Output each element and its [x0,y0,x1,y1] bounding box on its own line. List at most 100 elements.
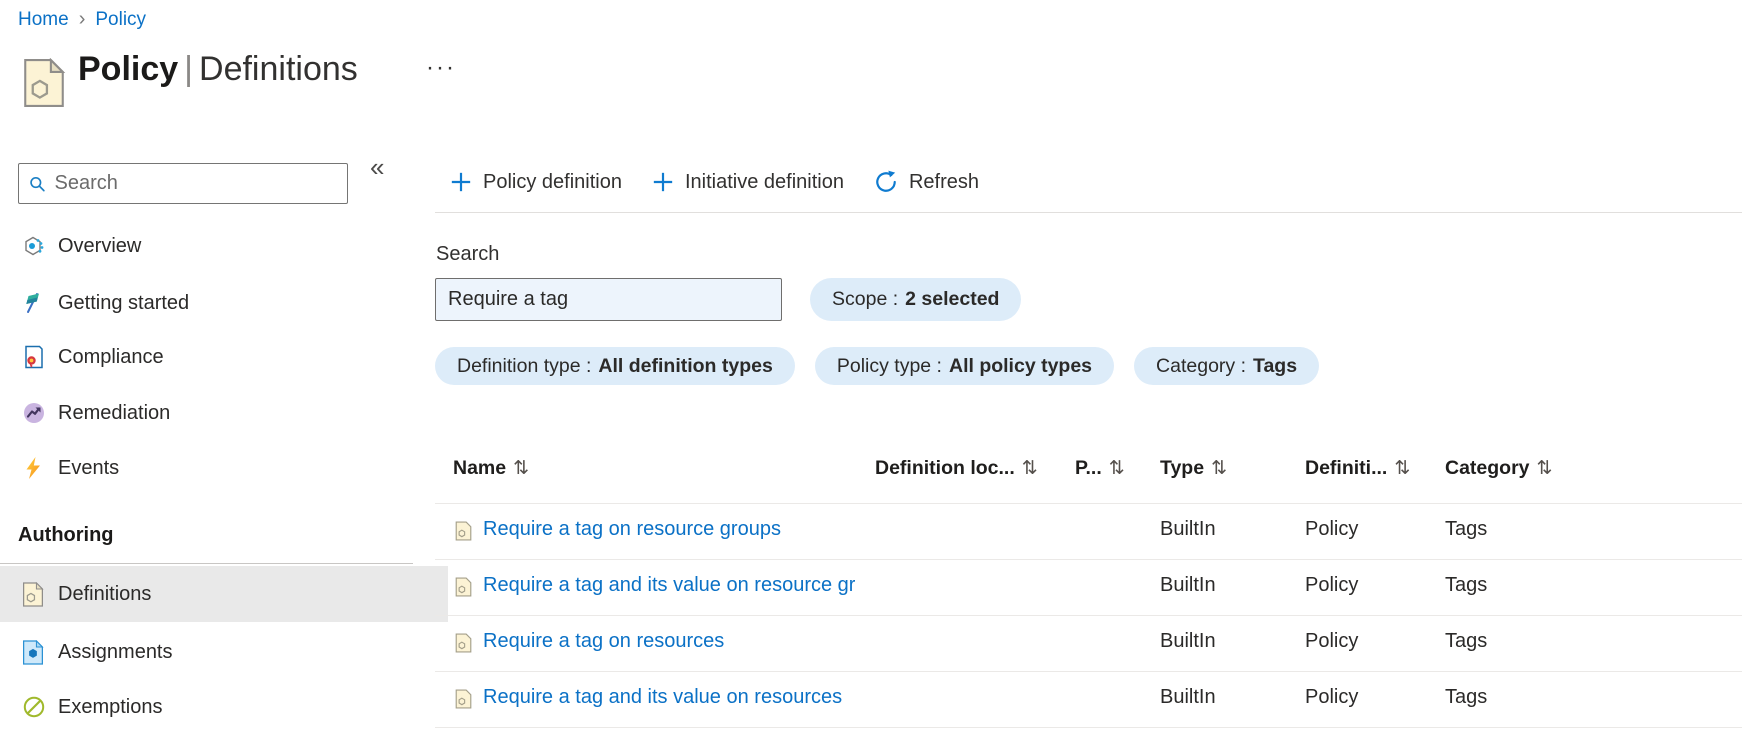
column-header-definition-location[interactable]: Definition loc... ⇅ [875,457,1038,480]
overview-icon [22,234,46,258]
policy-name-link[interactable]: Require a tag and its value on resources [483,686,842,709]
sidebar-item-label: Exemptions [58,695,163,718]
column-header-category[interactable]: Category ⇅ [1445,457,1552,480]
sidebar-item-label: Definitions [58,582,152,605]
category-filter-value: Tags [1253,354,1298,377]
policy-type-filter-label: Policy type : [836,354,942,377]
sort-icon: ⇅ [1108,457,1125,479]
column-header-policies[interactable]: P... ⇅ [1075,457,1125,480]
sidebar-item-label: Remediation [58,401,171,424]
sidebar-section-authoring: Authoring [18,524,114,546]
scope-filter-value: 2 selected [905,288,1000,310]
sort-icon: ⇅ [1211,457,1227,479]
command-bar: Policy definition Initiative definition … [450,160,979,204]
sort-icon: ⇅ [1536,457,1553,479]
definition-type-filter-label: Definition type : [457,354,592,377]
definition-type-filter-pill[interactable]: Definition type : All definition types [435,347,795,385]
definition-type-cell: Policy [1305,574,1359,596]
definition-type-cell: Policy [1305,686,1359,708]
policy-page-icon [22,57,66,113]
category-cell: Tags [1445,518,1488,540]
compliance-icon [22,345,46,369]
collapse-menu-button[interactable]: « [370,152,384,183]
refresh-button[interactable]: Refresh [874,170,979,194]
exemptions-icon [22,695,46,719]
breadcrumb-separator-icon: › [78,8,86,30]
column-header-name[interactable]: Name ⇅ [453,457,529,480]
policy-name-link[interactable]: Require a tag and its value on resource … [483,574,855,597]
sidebar-item-assignments[interactable]: Assignments [0,630,404,674]
type-cell: BuiltIn [1160,686,1216,708]
sidebar-item-label: Events [58,456,120,479]
policy-doc-icon [455,521,472,546]
type-cell: BuiltIn [1160,518,1216,540]
definition-type-filter-value: All definition types [598,354,773,377]
policy-definition-label: Policy definition [483,170,622,193]
policy-definition-button[interactable]: Policy definition [450,171,622,194]
sidebar-search-box[interactable] [18,163,348,204]
policy-type-filter-pill[interactable]: Policy type : All policy types [814,347,1115,385]
page-title-policy: Policy [78,50,179,88]
plus-icon [451,172,471,192]
policy-name-link[interactable]: Require a tag on resources [483,630,724,653]
definition-type-cell: Policy [1305,630,1359,652]
sidebar-search-input[interactable] [54,172,337,195]
sidebar-item-compliance[interactable]: Compliance [0,335,404,379]
table-row[interactable]: Require a tag and its value on resource … [435,559,1742,615]
category-cell: Tags [1445,630,1488,652]
sidebar-item-overview[interactable]: Overview [0,224,404,268]
sidebar-item-label: Compliance [58,345,164,368]
type-cell: BuiltIn [1160,630,1216,652]
category-cell: Tags [1445,686,1488,708]
table-row[interactable]: Require a tag on resource groups BuiltIn… [435,503,1742,559]
sidebar-item-definitions[interactable]: Definitions [0,566,448,622]
sidebar-item-label: Overview [58,234,142,257]
sidebar-item-events[interactable]: Events [0,446,404,490]
remediation-icon [22,401,46,425]
assignments-icon [22,639,46,665]
search-icon [30,176,45,191]
policy-doc-icon [455,577,472,602]
row-divider [435,727,1742,728]
search-filter-label: Search [436,243,500,265]
command-bar-divider [435,212,1742,213]
policy-doc-icon [455,633,472,658]
sidebar-item-remediation[interactable]: Remediation [0,391,404,435]
sidebar-item-label: Assignments [58,640,173,663]
plus-icon [653,172,673,192]
type-cell: BuiltIn [1160,574,1216,596]
scope-filter-label: Scope : [832,288,899,310]
table-header: Name ⇅ Definition loc... ⇅ P... ⇅ Type ⇅ Def… [435,448,1742,490]
definition-type-cell: Policy [1305,518,1359,540]
sidebar-section-divider [0,563,413,564]
sidebar-item-exemptions[interactable]: Exemptions [0,685,404,729]
table-row[interactable]: Require a tag and its value on resources… [435,671,1742,727]
sidebar-item-getting-started[interactable]: Getting started [0,281,404,325]
policy-name-link[interactable]: Require a tag on resource groups [483,518,781,541]
page-title-separator: | [184,50,194,88]
more-options-button[interactable]: ··· [426,54,456,82]
table-row[interactable]: Require a tag on resources BuiltIn Polic… [435,615,1742,671]
definitions-icon [22,581,46,607]
column-header-definition-type[interactable]: Definiti... ⇅ [1305,457,1410,480]
initiative-definition-button[interactable]: Initiative definition [652,171,844,194]
getting-started-icon [22,291,46,315]
scope-filter-pill[interactable]: Scope : 2 selected [810,278,1022,321]
page-title: Policy | Definitions [78,50,358,89]
category-cell: Tags [1445,574,1488,596]
column-header-type[interactable]: Type ⇅ [1160,457,1227,480]
category-filter-label: Category : [1156,354,1246,377]
breadcrumb-policy-link[interactable]: Policy [95,9,146,31]
initiative-definition-label: Initiative definition [684,170,844,193]
page-title-definitions: Definitions [199,50,358,88]
definitions-search-input[interactable] [435,278,782,321]
breadcrumb-home-link[interactable]: Home [18,9,69,31]
refresh-label: Refresh [908,170,979,193]
sort-icon: ⇅ [513,457,530,479]
breadcrumb: Home › Policy [18,8,146,31]
events-icon [22,456,46,480]
refresh-icon [876,170,896,192]
policy-type-filter-value: All policy types [948,354,1093,377]
category-filter-pill[interactable]: Category : Tags [1134,347,1320,385]
policy-doc-icon [455,689,472,714]
